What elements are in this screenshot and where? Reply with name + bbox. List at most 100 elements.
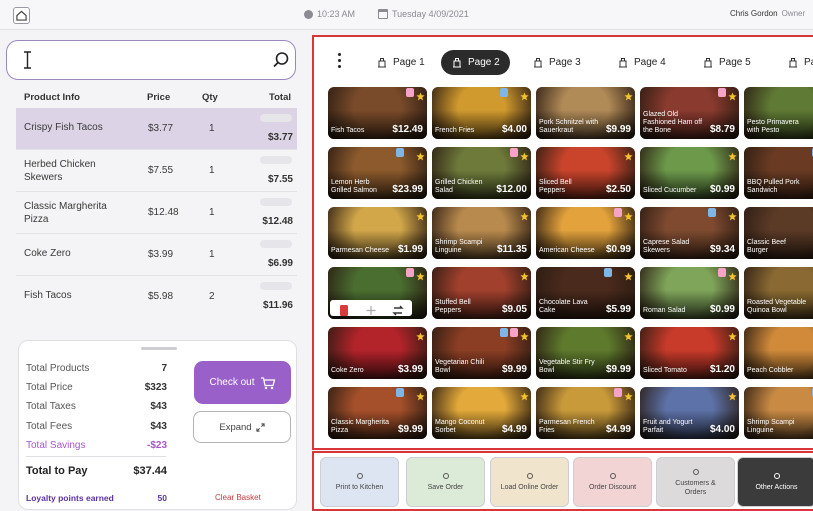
move-icon[interactable] <box>365 303 377 315</box>
page-tab[interactable]: Page 1 <box>366 50 435 75</box>
action-button[interactable]: Other Actions <box>737 457 813 507</box>
cart-row[interactable]: Herbed Chicken Skewers $7.55 1 $7.55 <box>16 150 297 192</box>
clear-basket-link[interactable]: Clear Basket <box>215 493 261 502</box>
product-tile[interactable]: Coke Zero $3.99 <box>328 327 427 379</box>
product-tile[interactable]: French Fries $4.00 <box>432 87 531 139</box>
expand-icon <box>256 422 265 432</box>
product-tile[interactable]: Mango Coconut Sorbet $4.99 <box>432 387 531 439</box>
product-tile[interactable]: Sliced Tomato $1.20 <box>640 327 739 379</box>
cart-row[interactable]: Fish Tacos $5.98 2 $11.96 <box>16 276 297 318</box>
favorite-star-icon[interactable] <box>728 388 737 401</box>
search-input[interactable] <box>23 53 263 69</box>
product-name: Grilled Chicken Salad <box>435 179 483 194</box>
row-qty[interactable]: 1 <box>209 123 215 134</box>
favorite-star-icon[interactable] <box>624 148 633 161</box>
delete-icon[interactable] <box>338 303 350 316</box>
cart-row[interactable]: Crispy Fish Tacos $3.77 1 $3.77 <box>16 108 297 150</box>
favorite-star-icon[interactable] <box>416 148 425 161</box>
search-icon[interactable] <box>272 51 290 69</box>
product-tile[interactable]: American Cheese $0.99 <box>536 207 635 259</box>
cart-row[interactable]: Coke Zero $3.99 1 $6.99 <box>16 234 297 276</box>
favorite-star-icon[interactable] <box>416 268 425 281</box>
row-qty[interactable]: 2 <box>209 291 215 302</box>
row-product-name: Classic Margherita Pizza <box>24 201 107 225</box>
page-tab[interactable]: Page 3 <box>522 50 591 75</box>
product-tile[interactable]: Sliced Cucumber $0.99 <box>640 147 739 199</box>
product-tile[interactable]: Roman Salad $0.99 <box>640 267 739 319</box>
favorite-star-icon[interactable] <box>728 148 737 161</box>
current-time: 10:23 AM <box>317 9 356 19</box>
action-button[interactable]: Load Online Order <box>490 457 569 507</box>
product-tile[interactable]: Fish Tacos $12.49 <box>328 87 427 139</box>
product-tile[interactable]: Chocolate Lava Cake $5.99 <box>536 267 635 319</box>
home-icon <box>16 10 27 21</box>
product-tile[interactable]: Parmesan French Fries $4.99 <box>536 387 635 439</box>
favorite-star-icon[interactable] <box>728 88 737 101</box>
product-tile[interactable]: Roasted Vegetable Quinoa Bowl <box>744 267 813 319</box>
checkout-button[interactable]: Check out <box>194 361 291 404</box>
page-tab[interactable]: Page 6 <box>777 50 813 75</box>
product-tile[interactable]: Classic Beef Burger <box>744 207 813 259</box>
row-qty[interactable]: 1 <box>209 165 215 176</box>
favorite-star-icon[interactable] <box>728 208 737 221</box>
favorite-star-icon[interactable] <box>728 328 737 341</box>
product-tile[interactable]: Pesto Primavera with Pesto <box>744 87 813 139</box>
product-tile[interactable]: Caprese Salad Skewers $9.34 <box>640 207 739 259</box>
cart-row[interactable]: Classic Margherita Pizza $12.48 1 $12.48 <box>16 192 297 234</box>
product-tile[interactable]: Fruit and Yogurt Parfait $4.00 <box>640 387 739 439</box>
home-button[interactable] <box>13 7 30 24</box>
action-button[interactable]: Order Discount <box>573 457 652 507</box>
product-tile[interactable]: Glazed Old Fashioned Ham off the Bone $8.… <box>640 87 739 139</box>
product-price: $2.50 <box>605 184 631 195</box>
product-tile[interactable]: Shrimp Scampi Linguine <box>744 387 813 439</box>
favorite-star-icon[interactable] <box>416 88 425 101</box>
more-menu-icon[interactable] <box>338 53 342 71</box>
favorite-star-icon[interactable] <box>520 328 529 341</box>
user-info[interactable]: Chris Gordon Owner <box>730 9 805 18</box>
product-tile[interactable]: Peach Cobbler <box>744 327 813 379</box>
favorite-star-icon[interactable] <box>416 328 425 341</box>
product-tile[interactable]: Vegetable Stir Fry Bowl $9.99 <box>536 327 635 379</box>
favorite-star-icon[interactable] <box>416 208 425 221</box>
favorite-star-icon[interactable] <box>520 148 529 161</box>
product-name: Mango Coconut Sorbet <box>435 419 485 434</box>
drag-handle[interactable] <box>141 347 177 350</box>
product-tile[interactable]: Vegetarian Chili Bowl $9.99 <box>432 327 531 379</box>
action-icon <box>442 472 450 480</box>
action-button[interactable]: Print to Kitchen <box>320 457 399 507</box>
product-name: Parmesan French Fries <box>539 419 595 434</box>
favorite-star-icon[interactable] <box>520 208 529 221</box>
product-tile[interactable] <box>328 267 427 319</box>
favorite-star-icon[interactable] <box>520 388 529 401</box>
favorite-star-icon[interactable] <box>624 388 633 401</box>
expand-button[interactable]: Expand <box>193 411 291 443</box>
page-tab[interactable]: Page 2 <box>441 50 510 75</box>
row-qty[interactable]: 1 <box>209 207 215 218</box>
product-name: Pesto Primavera with Pesto <box>747 119 799 134</box>
product-tile[interactable]: Pork Schnitzel with Sauerkraut $9.99 <box>536 87 635 139</box>
product-tile[interactable]: Grilled Chicken Salad $12.00 <box>432 147 531 199</box>
favorite-star-icon[interactable] <box>520 268 529 281</box>
favorite-star-icon[interactable] <box>624 268 633 281</box>
product-tile[interactable]: Parmesan Cheese $1.99 <box>328 207 427 259</box>
swap-icon[interactable] <box>392 303 405 315</box>
product-tile[interactable]: Shrimp Scampi Linguine $11.35 <box>432 207 531 259</box>
action-button[interactable]: Save Order <box>406 457 485 507</box>
action-button[interactable]: Customers & Orders <box>656 457 735 507</box>
favorite-star-icon[interactable] <box>624 208 633 221</box>
row-qty[interactable]: 1 <box>209 249 215 260</box>
product-tile[interactable]: BBQ Pulled Pork Sandwich <box>744 147 813 199</box>
page-tab[interactable]: Page 5 <box>692 50 761 75</box>
product-tile[interactable]: Sliced Bell Peppers $2.50 <box>536 147 635 199</box>
product-tile[interactable]: Classic Margherita Pizza $9.99 <box>328 387 427 439</box>
favorite-star-icon[interactable] <box>416 388 425 401</box>
page-tab[interactable]: Page 4 <box>607 50 676 75</box>
product-name: Chocolate Lava Cake <box>539 299 588 314</box>
favorite-star-icon[interactable] <box>728 268 737 281</box>
favorite-star-icon[interactable] <box>624 88 633 101</box>
favorite-star-icon[interactable] <box>520 88 529 101</box>
product-tile[interactable]: Lemon Herb Grilled Salmon $23.99 <box>328 147 427 199</box>
product-tile[interactable]: Stuffed Bell Peppers $9.05 <box>432 267 531 319</box>
favorite-star-icon[interactable] <box>624 328 633 341</box>
row-product-name: Herbed Chicken Skewers <box>24 159 96 183</box>
